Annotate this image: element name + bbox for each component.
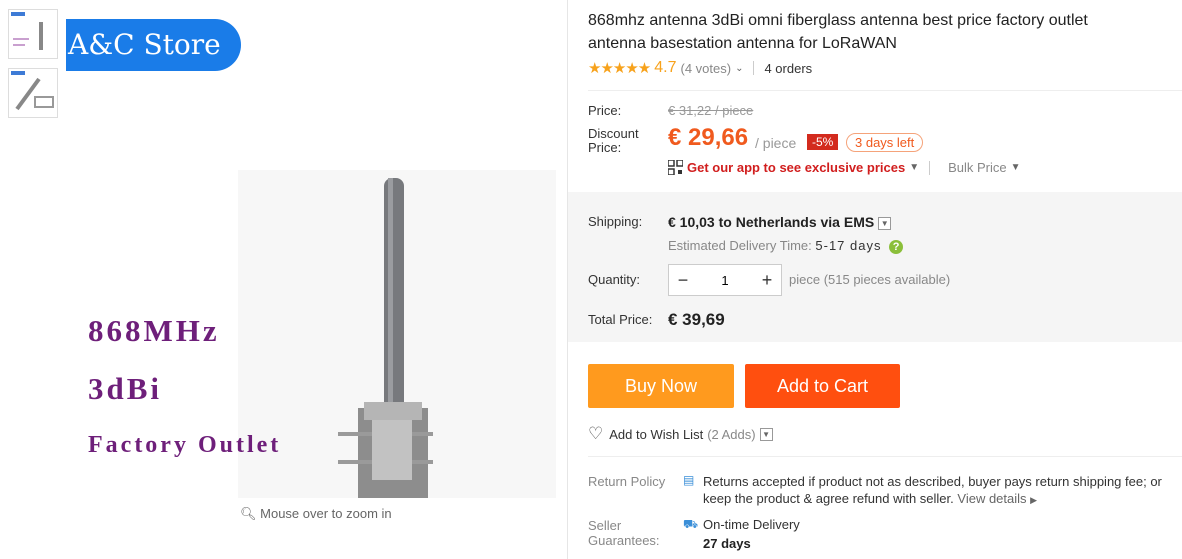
bulk-price-link[interactable]: Bulk Price — [948, 160, 1007, 175]
return-policy-text: Returns accepted if product not as descr… — [703, 473, 1178, 509]
thumbnail-2[interactable] — [8, 68, 58, 118]
heart-icon[interactable]: ♡ — [588, 424, 603, 444]
on-time-delivery: On-time Delivery — [703, 517, 800, 532]
estimated-label: Estimated Delivery Time: — [668, 238, 812, 253]
thumbnail-1[interactable] — [8, 9, 58, 59]
app-promo-link[interactable]: Get our app to see exclusive prices — [687, 160, 905, 175]
estimated-days: 5-17 days — [815, 238, 882, 253]
discount-price-label: Discount Price: — [588, 126, 639, 155]
divider — [588, 90, 1182, 91]
discount-badge: -5% — [807, 134, 839, 150]
wish-list-link[interactable]: Add to Wish List — [609, 427, 703, 442]
overlay-gain: 3dBi — [88, 371, 163, 406]
divider — [753, 61, 755, 75]
discount-price: € 29,66 — [668, 124, 749, 151]
seller-guarantees-label: Seller Guarantees: — [588, 518, 660, 548]
qr-code-icon — [668, 160, 683, 175]
view-details-link[interactable]: View details — [957, 491, 1026, 506]
decrement-button[interactable]: − — [669, 270, 697, 291]
zoom-hint-text: Mouse over to zoom in — [260, 506, 392, 521]
overlay-factory: Factory Outlet — [88, 432, 282, 458]
product-title: 868mhz antenna 3dBi omni fiberglass ante… — [588, 12, 1088, 52]
rating-row: ★★★★★ 4.7 (4 votes) ⌄ 4 orders — [588, 58, 812, 78]
per-piece-label: / piece — [755, 135, 797, 151]
price-label: Price: — [588, 103, 622, 118]
guarantee-days: 27 days — [703, 536, 751, 551]
quantity-label: Quantity: — [588, 272, 641, 287]
chevron-down-icon[interactable]: ▼ — [878, 216, 892, 230]
chevron-down-icon[interactable]: ▼ — [1011, 162, 1021, 173]
search-icon: 🔍︎ — [240, 506, 257, 521]
thumb-antenna-image — [15, 77, 54, 111]
store-badge[interactable]: A&C Store — [66, 19, 241, 71]
thumb-tag — [11, 12, 25, 16]
chevron-down-icon[interactable]: ▼ — [909, 162, 919, 173]
wish-count: (2 Adds) — [707, 426, 756, 442]
shipping-option[interactable]: € 10,03 to Netherlands via EMS ▼ — [668, 214, 892, 230]
star-rating-icon[interactable]: ★★★★★ — [588, 59, 651, 77]
return-policy-label: Return Policy — [588, 474, 666, 489]
refund-icon: ▤ — [683, 473, 695, 487]
days-left-badge: 3 days left — [846, 133, 924, 152]
antenna-image — [238, 170, 556, 498]
product-image[interactable] — [238, 170, 556, 498]
wish-list-row[interactable]: ♡ Add to Wish List (2 Adds) ▼ — [588, 424, 773, 444]
app-promo-row: Get our app to see exclusive prices ▼ Bu… — [668, 160, 1021, 175]
increment-button[interactable]: + — [753, 270, 781, 291]
buy-now-button[interactable]: Buy Now — [588, 364, 734, 408]
quantity-stepper[interactable]: − + — [668, 264, 782, 296]
shipping-value[interactable]: € 10,03 to Netherlands via EMS — [668, 214, 874, 230]
pieces-available: piece (515 pieces available) — [789, 272, 951, 287]
estimated-delivery: Estimated Delivery Time: 5-17 days ? — [668, 238, 904, 254]
shipping-label: Shipping: — [588, 214, 643, 229]
question-icon[interactable]: ? — [889, 240, 904, 254]
chevron-right-icon[interactable]: ▶ — [1030, 495, 1037, 505]
divider — [588, 456, 1182, 457]
add-to-cart-button[interactable]: Add to Cart — [745, 364, 900, 408]
quantity-input[interactable] — [697, 271, 753, 289]
votes-count[interactable]: (4 votes) — [681, 61, 732, 76]
total-price-label: Total Price: — [588, 312, 653, 327]
chevron-down-icon[interactable]: ⌄ — [735, 63, 743, 74]
return-policy-body: Returns accepted if product not as descr… — [703, 474, 1162, 506]
zoom-hint: 🔍︎ Mouse over to zoom in — [240, 506, 392, 522]
orders-count: 4 orders — [764, 60, 813, 76]
rating-value: 4.7 — [654, 59, 677, 76]
overlay-frequency: 868MHz — [88, 313, 220, 348]
original-price: € 31,22 / piece — [668, 103, 754, 118]
truck-icon: ⛟ — [683, 517, 699, 531]
total-price: € 39,69 — [668, 310, 725, 329]
divider — [929, 160, 931, 175]
chevron-down-icon[interactable]: ▼ — [759, 427, 773, 441]
